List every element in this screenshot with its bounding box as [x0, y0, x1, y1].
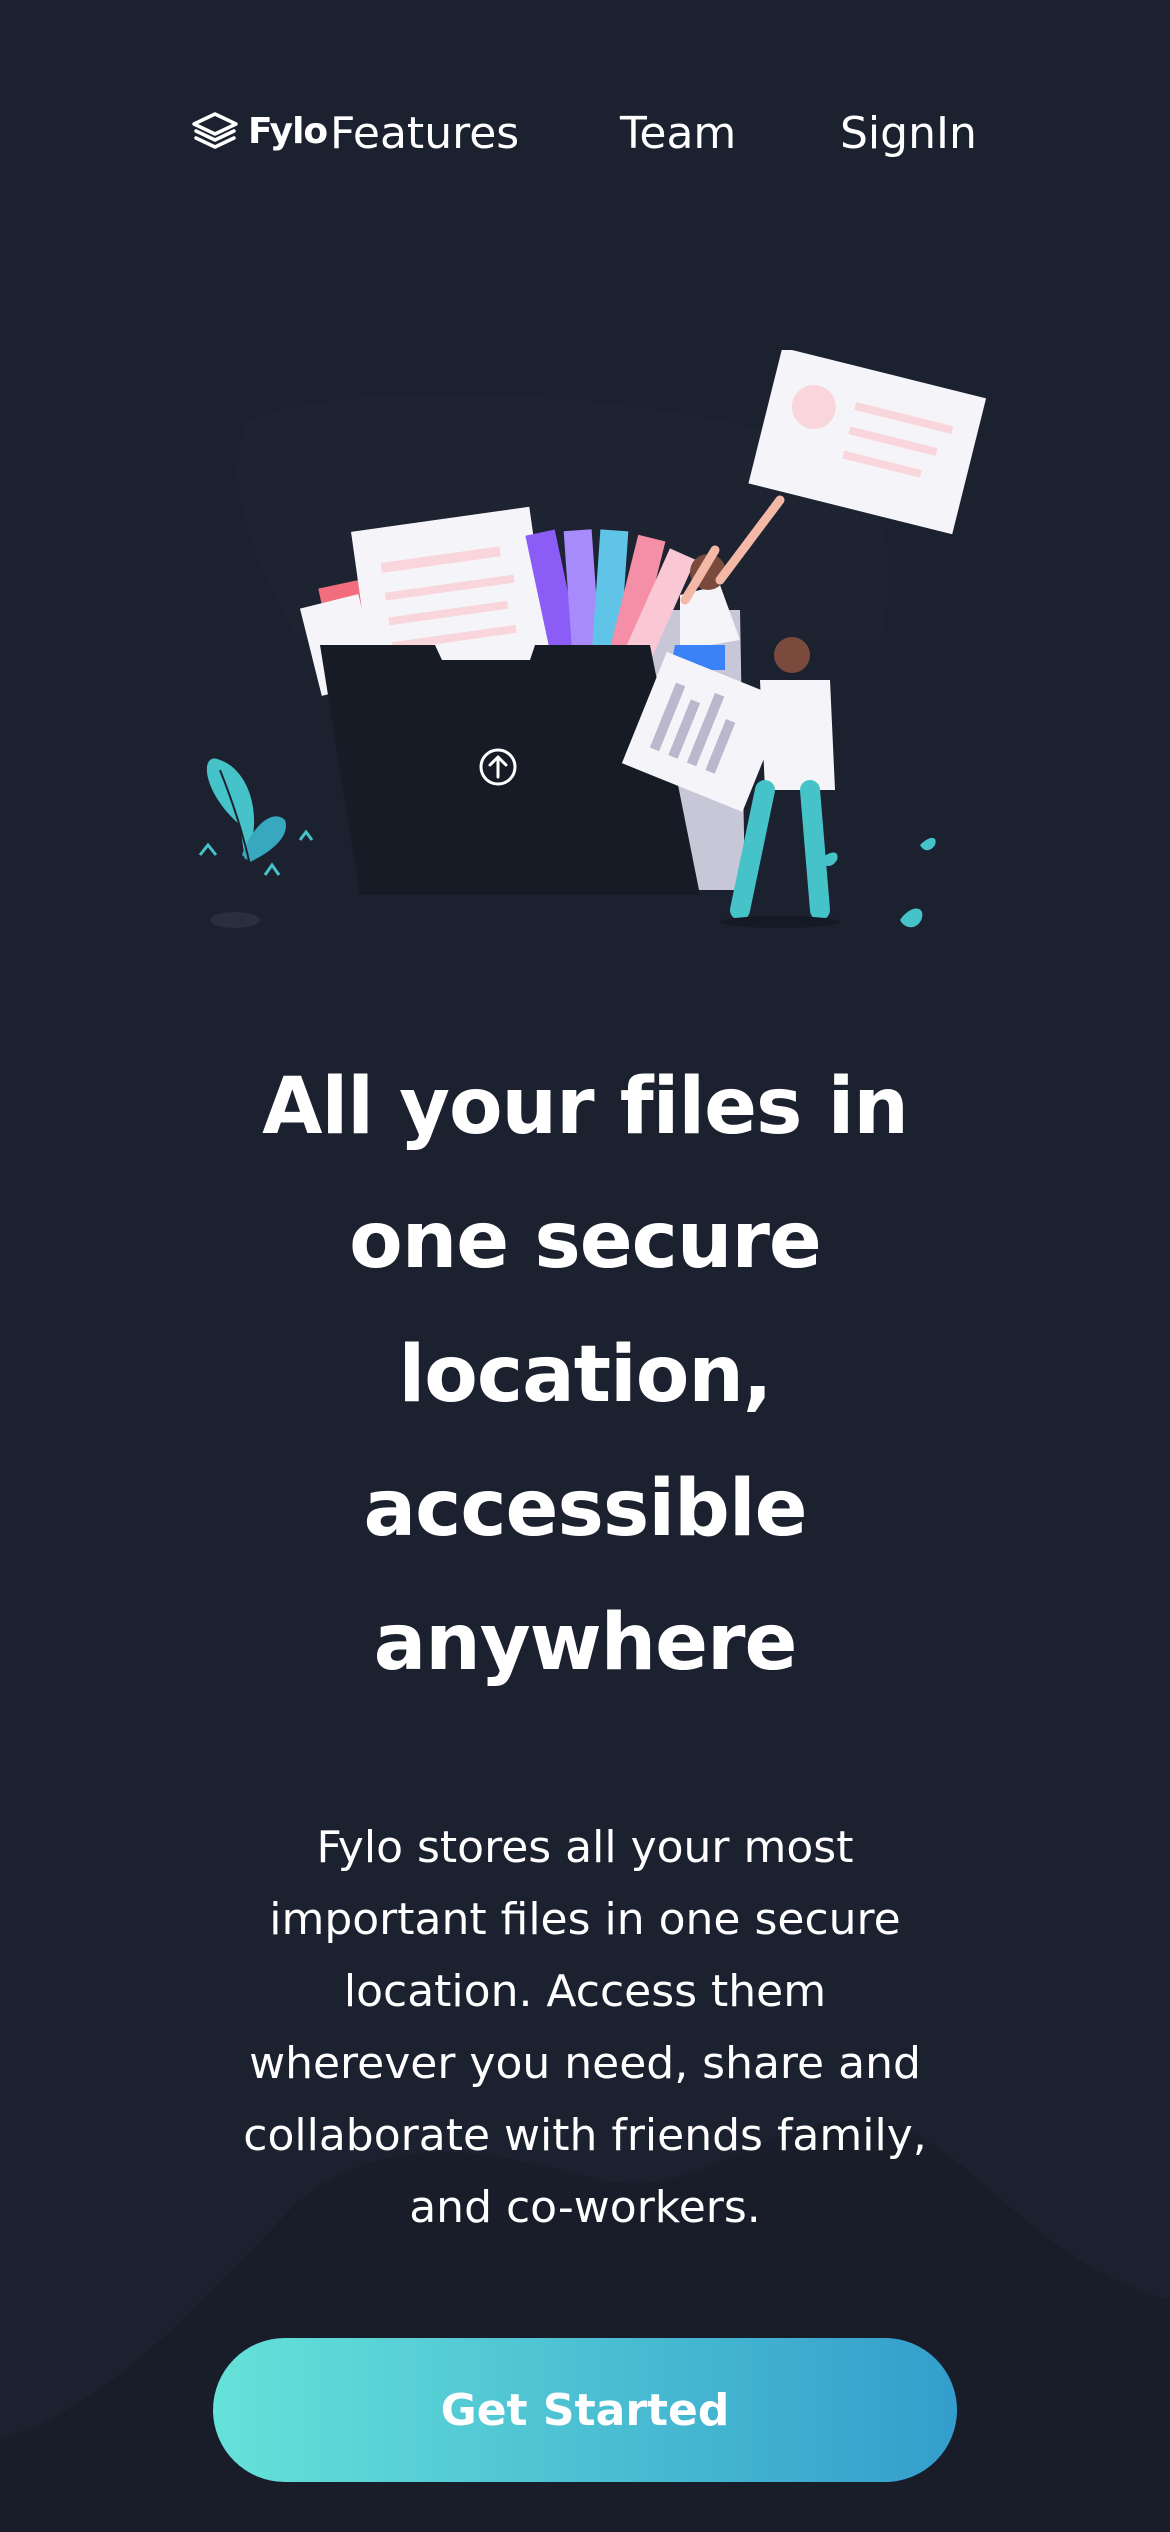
folder-upload-people-illustration: [198, 350, 987, 928]
headline-line: one secure: [349, 1196, 822, 1286]
headline-line: All your files in: [262, 1062, 909, 1152]
description-line: location. Access them: [343, 1966, 827, 2017]
description-line: important files in one secure: [269, 1894, 901, 1945]
hero-description: Fylo stores all your most important file…: [225, 1812, 945, 2244]
hero-headline: All your files in one secure location, a…: [150, 1040, 1020, 1710]
headline-line: accessible: [363, 1464, 807, 1554]
description-line: and co-workers.: [409, 2182, 761, 2233]
landing-page: Fylo Features Team SignIn All your files…: [0, 0, 1170, 2532]
description-line: wherever you need, share and: [249, 2038, 921, 2089]
nav-link-signin[interactable]: SignIn: [840, 104, 977, 164]
site-header: Fylo Features Team SignIn: [0, 104, 1170, 164]
description-line: Fylo stores all your most: [316, 1822, 854, 1873]
brand-logo[interactable]: Fylo: [190, 110, 328, 152]
nav-link-team[interactable]: Team: [620, 104, 736, 164]
stacked-layers-icon: [192, 112, 238, 149]
get-started-button[interactable]: Get Started: [213, 2338, 957, 2482]
brand-name: Fylo: [248, 110, 328, 152]
description-line: collaborate with friends family,: [243, 2110, 927, 2161]
headline-line: location,: [398, 1330, 773, 1420]
nav-link-features[interactable]: Features: [330, 104, 519, 164]
headline-line: anywhere: [373, 1598, 798, 1688]
